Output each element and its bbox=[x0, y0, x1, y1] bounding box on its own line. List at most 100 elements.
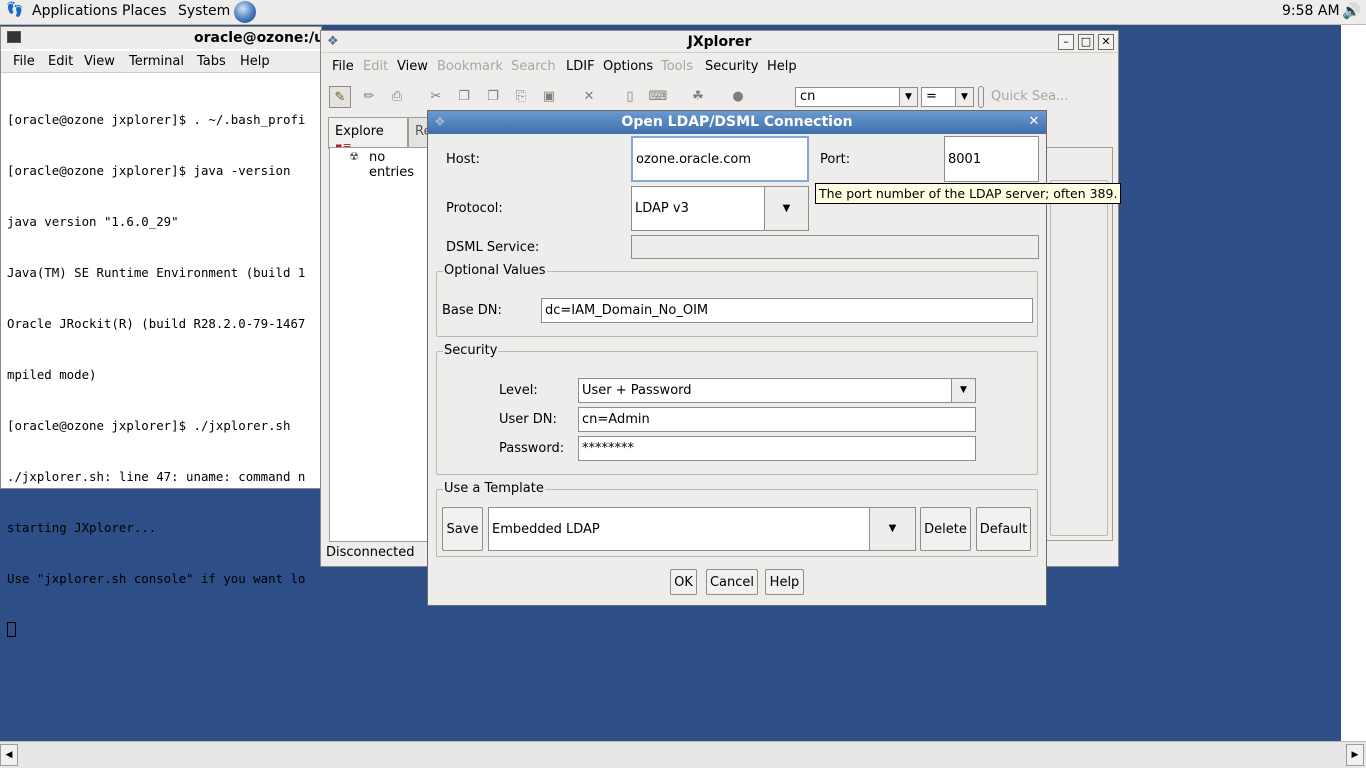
delete-template-button[interactable]: Delete bbox=[920, 507, 971, 551]
volume-icon[interactable]: 🔊 bbox=[1342, 2, 1361, 20]
userdn-label: User DN: bbox=[499, 412, 557, 427]
terminal-menubar: File Edit View Terminal Tabs Help bbox=[1, 51, 321, 73]
new-entry-icon[interactable]: ▯ bbox=[619, 86, 641, 108]
directory-tree[interactable]: ☢ no entries bbox=[329, 147, 431, 542]
copy-icon[interactable]: ❐ bbox=[453, 86, 475, 108]
copy-dn-icon[interactable]: ❐ bbox=[482, 86, 504, 108]
basedn-input[interactable]: dc=IAM_Domain_No_OIM bbox=[541, 298, 1033, 323]
gnome-foot-icon[interactable]: 👣 bbox=[6, 2, 23, 18]
cancel-label: Cancel bbox=[709, 574, 755, 590]
search-attribute-value: cn bbox=[800, 89, 816, 104]
terminal-menu-file[interactable]: File bbox=[13, 54, 35, 69]
tree-node-icon: ☢ bbox=[349, 150, 359, 163]
help-button[interactable]: Help bbox=[765, 569, 804, 595]
terminal-cursor bbox=[7, 622, 16, 637]
jx-menu-options[interactable]: Options bbox=[603, 59, 653, 74]
security-level-select[interactable]: User + Password ▼ bbox=[578, 378, 976, 403]
close-icon[interactable]: ✕ bbox=[1026, 114, 1042, 130]
search-operator-select[interactable]: = ▼ bbox=[921, 87, 974, 107]
connect-icon[interactable]: ✎ bbox=[329, 86, 351, 108]
network-globe-icon[interactable] bbox=[234, 1, 256, 23]
bottom-scrollbar[interactable]: ◀ ▶ bbox=[0, 741, 1366, 768]
host-value: ozone.oracle.com bbox=[636, 151, 752, 167]
disconnect-icon[interactable]: ✏ bbox=[358, 86, 380, 108]
dsml-service-input[interactable] bbox=[631, 235, 1039, 259]
desktop-edge bbox=[1341, 25, 1366, 741]
chevron-down-icon[interactable]: ▼ bbox=[899, 88, 917, 106]
terminal-line: Java(TM) SE Runtime Environment (build 1 bbox=[7, 265, 306, 280]
dialog-app-icon: ❖ bbox=[434, 115, 446, 130]
scroll-left-icon[interactable]: ◀ bbox=[0, 744, 18, 766]
template-group: Use a Template Save Embedded LDAP ▼ Dele… bbox=[436, 481, 1038, 557]
terminal-window[interactable]: oracle@ozone:/u File Edit View Terminal … bbox=[0, 26, 324, 637]
help-label: Help bbox=[769, 574, 800, 590]
dsml-label: DSML Service: bbox=[446, 240, 540, 255]
jxplorer-titlebar[interactable]: ❖ JXplorer – □ ✕ bbox=[321, 31, 1118, 53]
close-icon[interactable]: ✕ bbox=[1098, 34, 1114, 50]
host-label: Host: bbox=[446, 152, 480, 167]
refresh-icon[interactable]: ☘ bbox=[687, 86, 709, 108]
terminal-menu-view[interactable]: View bbox=[84, 54, 115, 69]
jx-menu-bookmark[interactable]: Bookmark bbox=[437, 59, 503, 74]
jx-menu-security[interactable]: Security bbox=[705, 59, 758, 74]
terminal-icon bbox=[7, 31, 21, 43]
template-title: Use a Template bbox=[443, 481, 545, 496]
host-input[interactable]: ozone.oracle.com bbox=[631, 136, 809, 182]
protocol-select[interactable]: LDAP v3 ▼ bbox=[631, 186, 809, 231]
cut-icon[interactable]: ✂ bbox=[425, 86, 447, 108]
jx-menu-edit[interactable]: Edit bbox=[363, 59, 388, 74]
default-template-button[interactable]: Default bbox=[976, 507, 1031, 551]
chevron-down-icon[interactable]: ▼ bbox=[951, 379, 975, 402]
chevron-down-icon[interactable]: ▼ bbox=[955, 88, 973, 106]
applications-menu[interactable]: Applications bbox=[32, 3, 118, 19]
search-attribute-select[interactable]: cn ▼ bbox=[795, 87, 918, 107]
template-select[interactable]: Embedded LDAP ▼ bbox=[488, 507, 916, 551]
terminal-menu-edit[interactable]: Edit bbox=[48, 54, 73, 69]
terminal-line: [oracle@ozone jxplorer]$ . ~/.bash_profi bbox=[7, 112, 306, 127]
maximize-icon[interactable]: □ bbox=[1078, 34, 1094, 50]
delete-label: Delete bbox=[924, 521, 967, 537]
stop-icon[interactable]: ● bbox=[727, 86, 749, 108]
terminal-line: starting JXplorer... bbox=[7, 520, 157, 535]
cancel-button[interactable]: Cancel bbox=[706, 569, 758, 595]
quick-search-input[interactable]: Quick Sea... bbox=[991, 89, 1069, 104]
chevron-down-icon[interactable]: ▼ bbox=[764, 187, 808, 230]
tree-empty-label: no entries bbox=[369, 150, 415, 180]
default-label: Default bbox=[979, 521, 1028, 537]
terminal-menu-terminal[interactable]: Terminal bbox=[129, 54, 184, 69]
jx-menu-file[interactable]: File bbox=[332, 59, 354, 74]
delete-icon[interactable]: ✕ bbox=[578, 86, 600, 108]
scroll-right-icon[interactable]: ▶ bbox=[1346, 744, 1364, 766]
chevron-down-icon[interactable]: ▼ bbox=[869, 508, 915, 550]
clock[interactable]: 9:58 AM bbox=[1282, 3, 1340, 19]
paste-icon[interactable]: ⎘ bbox=[510, 86, 532, 108]
terminal-titlebar[interactable]: oracle@ozone:/u bbox=[1, 27, 324, 49]
protocol-label: Protocol: bbox=[446, 201, 503, 216]
editor-frame bbox=[1050, 180, 1108, 536]
terminal-menu-help[interactable]: Help bbox=[240, 54, 270, 69]
print-icon[interactable]: ⎙ bbox=[386, 86, 408, 108]
jx-menu-help[interactable]: Help bbox=[767, 59, 797, 74]
protocol-value: LDAP v3 bbox=[635, 201, 689, 216]
ok-button[interactable]: OK bbox=[670, 569, 697, 595]
password-input[interactable]: ******** bbox=[578, 436, 976, 461]
tab-explore[interactable]: Explore ▪≡ bbox=[328, 117, 408, 153]
places-menu[interactable]: Places bbox=[122, 3, 167, 19]
dialog-titlebar[interactable]: ❖ Open LDAP/DSML Connection ✕ bbox=[428, 111, 1046, 134]
jx-menu-search[interactable]: Search bbox=[511, 59, 556, 74]
jx-menu-view[interactable]: View bbox=[397, 59, 428, 74]
paste-alias-icon[interactable]: ▣ bbox=[538, 86, 560, 108]
save-template-button[interactable]: Save bbox=[442, 507, 483, 551]
minimize-icon[interactable]: – bbox=[1058, 34, 1074, 50]
template-value: Embedded LDAP bbox=[492, 521, 600, 537]
terminal-menu-tabs[interactable]: Tabs bbox=[197, 54, 226, 69]
terminal-output[interactable]: [oracle@ozone jxplorer]$ . ~/.bash_profi… bbox=[7, 77, 305, 671]
port-input[interactable]: 8001 bbox=[944, 136, 1039, 182]
jx-menu-tools[interactable]: Tools bbox=[661, 59, 693, 74]
terminal-line: [oracle@ozone jxplorer]$ java -version bbox=[7, 163, 291, 178]
search-operator-value: = bbox=[926, 89, 937, 104]
system-menu[interactable]: System bbox=[178, 3, 230, 19]
rename-icon[interactable]: ⌨ bbox=[647, 86, 669, 108]
userdn-input[interactable]: cn=Admin bbox=[578, 407, 976, 432]
jx-menu-ldif[interactable]: LDIF bbox=[566, 59, 595, 74]
